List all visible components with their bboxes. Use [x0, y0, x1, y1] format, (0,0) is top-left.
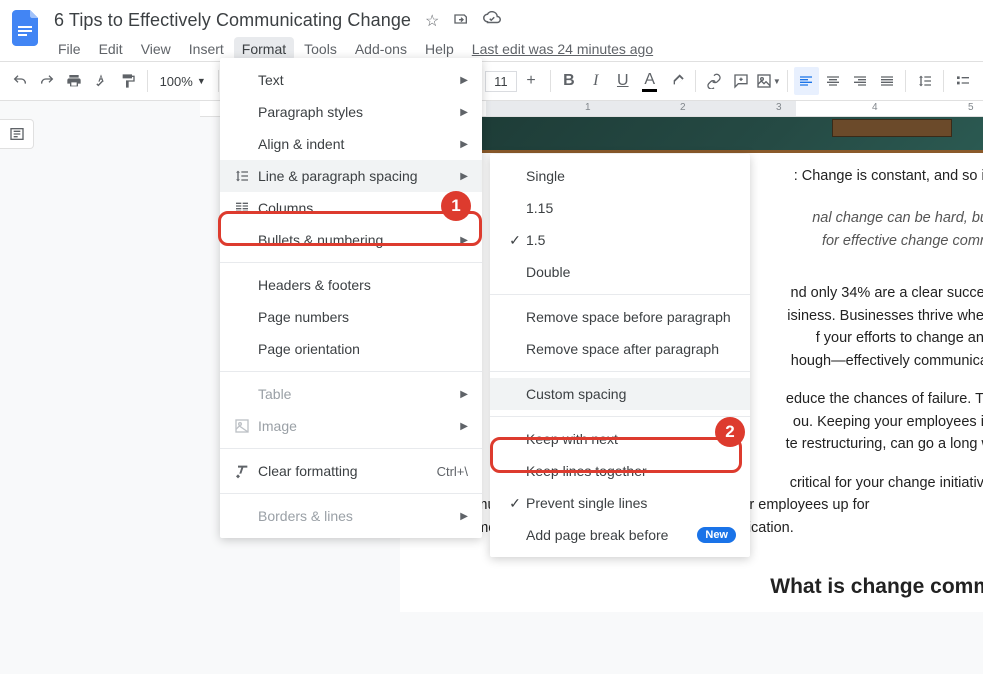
insert-link-icon[interactable]	[702, 67, 727, 95]
line-spacing-icon[interactable]	[912, 67, 937, 95]
spacing-remove-after[interactable]: Remove space after paragraph	[490, 333, 750, 365]
spacing-custom[interactable]: Custom spacing	[490, 378, 750, 410]
spacing-page-break-before[interactable]: Add page break beforeNew	[490, 519, 750, 551]
image-icon	[234, 418, 258, 434]
app-header: 6 Tips to Effectively Communicating Chan…	[0, 0, 983, 61]
format-columns[interactable]: Columns▶	[220, 192, 482, 224]
text-color-icon[interactable]: A	[637, 67, 662, 95]
docs-logo-icon[interactable]	[8, 10, 44, 46]
last-edit-link[interactable]: Last edit was 24 minutes ago	[472, 41, 653, 57]
spacing-keep-lines[interactable]: Keep lines together	[490, 455, 750, 487]
spacing-15[interactable]: ✓1.5	[490, 224, 750, 256]
spacing-prevent-single[interactable]: ✓Prevent single lines	[490, 487, 750, 519]
add-comment-icon[interactable]	[729, 67, 754, 95]
spellcheck-icon[interactable]	[89, 67, 114, 95]
format-page-numbers[interactable]: Page numbers	[220, 301, 482, 333]
cloud-status-icon[interactable]	[483, 11, 501, 31]
format-align-indent[interactable]: Align & indent▶	[220, 128, 482, 160]
columns-icon	[234, 200, 258, 216]
menu-edit[interactable]: Edit	[91, 37, 131, 61]
menu-file[interactable]: File	[50, 37, 89, 61]
header-image	[448, 117, 983, 153]
clear-format-icon	[234, 463, 258, 479]
format-borders-lines: Borders & lines▶	[220, 500, 482, 532]
align-center-icon[interactable]	[821, 67, 846, 95]
line-spacing-submenu: Single 1.15 ✓1.5 Double Remove space bef…	[490, 154, 750, 557]
line-spacing-icon	[234, 168, 258, 184]
align-right-icon[interactable]	[848, 67, 873, 95]
align-left-icon[interactable]	[794, 67, 819, 95]
spacing-double[interactable]: Double	[490, 256, 750, 288]
bold-icon[interactable]: B	[556, 67, 581, 95]
paint-format-icon[interactable]	[116, 67, 141, 95]
insert-image-icon[interactable]: ▼	[756, 67, 781, 95]
move-icon[interactable]	[453, 11, 469, 31]
document-title[interactable]: 6 Tips to Effectively Communicating Chan…	[50, 8, 415, 33]
redo-icon[interactable]	[35, 67, 60, 95]
print-icon[interactable]	[62, 67, 87, 95]
format-table: Table▶	[220, 378, 482, 410]
spacing-keep-next[interactable]: Keep with next	[490, 423, 750, 455]
star-icon[interactable]: ☆	[425, 11, 439, 31]
align-justify-icon[interactable]	[875, 67, 900, 95]
checkmark-icon: ✓	[504, 232, 526, 249]
new-badge: New	[697, 527, 736, 543]
toolbar: 100%▼ − 11 + B I U A ▼	[0, 61, 983, 101]
font-size-increase[interactable]: +	[519, 67, 544, 95]
font-size-input[interactable]: 11	[485, 71, 517, 92]
format-paragraph-styles[interactable]: Paragraph styles▶	[220, 96, 482, 128]
format-headers-footers[interactable]: Headers & footers	[220, 269, 482, 301]
format-image: Image▶	[220, 410, 482, 442]
format-menu-dropdown: Text▶ Paragraph styles▶ Align & indent▶ …	[220, 58, 482, 538]
italic-icon[interactable]: I	[583, 67, 608, 95]
undo-icon[interactable]	[8, 67, 33, 95]
zoom-select[interactable]: 100%▼	[154, 74, 212, 89]
checkmark-icon: ✓	[504, 495, 526, 512]
format-text[interactable]: Text▶	[220, 64, 482, 96]
format-bullets-numbering[interactable]: Bullets & numbering▶	[220, 224, 482, 256]
format-line-spacing[interactable]: Line & paragraph spacing▶	[220, 160, 482, 192]
format-page-orientation[interactable]: Page orientation	[220, 333, 482, 365]
outline-toggle[interactable]	[0, 119, 34, 149]
spacing-single[interactable]: Single	[490, 160, 750, 192]
underline-icon[interactable]: U	[610, 67, 635, 95]
spacing-remove-before[interactable]: Remove space before paragraph	[490, 301, 750, 333]
spacing-115[interactable]: 1.15	[490, 192, 750, 224]
chevron-down-icon: ▼	[197, 76, 206, 86]
format-clear-formatting[interactable]: Clear formattingCtrl+\	[220, 455, 482, 487]
checklist-icon[interactable]	[950, 67, 975, 95]
highlight-icon[interactable]	[664, 67, 689, 95]
menu-view[interactable]: View	[133, 37, 179, 61]
